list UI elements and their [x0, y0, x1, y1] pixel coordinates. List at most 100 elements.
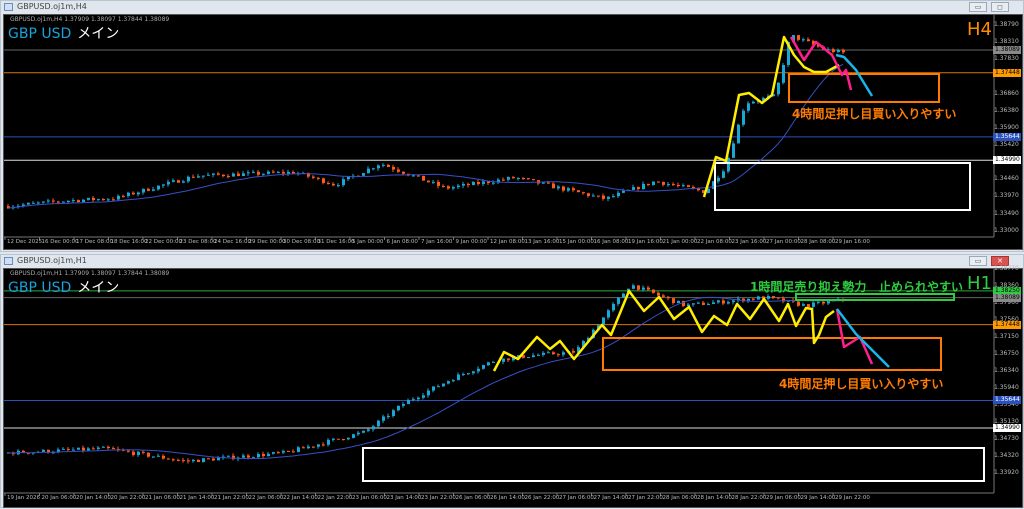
candle-body [542, 352, 545, 355]
candle-body [47, 200, 50, 202]
candle-body [632, 285, 635, 289]
candle-body [257, 171, 260, 175]
h4-chart-area[interactable]: GBPUSD.oj1m,H4 1.37909 1.38097 1.37844 1… [3, 14, 1023, 250]
candle-body [97, 199, 100, 201]
candle-body [307, 446, 310, 449]
candle-body [577, 190, 580, 193]
time-axis-label: 22 Dec 00:00 [145, 239, 182, 245]
price-axis-label: 1.38770 [994, 265, 1019, 272]
candle-body [407, 400, 410, 405]
price-axis-label: 1.36750 [994, 349, 1019, 357]
candle-body [422, 395, 425, 398]
time-axis-label: 23 Jan 22:00 [421, 495, 456, 501]
candle-body [377, 165, 380, 169]
h1-chart-window: GBPUSD.oj1m,H1 ▭ ✕ GBPUSD.oj1m,H1 1.3790… [0, 254, 1024, 508]
candle-body [102, 199, 105, 201]
candle-body [192, 459, 195, 462]
candle-body [217, 457, 220, 461]
timeframe-label: H4 [967, 19, 992, 40]
time-axis-label: 27 Jan 22:00 [628, 495, 663, 501]
chart-window-icon [4, 3, 13, 11]
candle-body [512, 177, 515, 179]
time-axis-label: 30 Dec 08:00 [283, 239, 320, 245]
candle-body [757, 296, 760, 300]
candle-body [242, 173, 245, 176]
candle-body [72, 200, 75, 202]
candle-body [632, 187, 635, 190]
candle-body [742, 110, 745, 125]
price-level-badge-white: 1.34990 [993, 423, 1021, 432]
candle-body [42, 201, 45, 203]
timeframe-label: H1 [967, 273, 992, 294]
candle-body [622, 190, 625, 193]
price-axis-label: 1.35940 [994, 384, 1019, 392]
candle-body [272, 452, 275, 454]
candle-body [772, 296, 775, 298]
candle-body [127, 192, 130, 196]
price-axis-label: 1.33970 [994, 192, 1019, 200]
candle-body [87, 448, 90, 451]
candle-body [797, 301, 800, 306]
candle-body [267, 171, 270, 174]
price-level-badge-blue: 1.35644 [993, 396, 1021, 405]
candle-body [642, 287, 645, 290]
time-axis-label: 20 Jan 22:00 [110, 495, 146, 501]
h1-chart-area[interactable]: GBPUSD.oj1m,H1 1.37909 1.38097 1.37844 1… [3, 265, 1023, 508]
candle-body [842, 49, 845, 53]
candle-body [827, 301, 830, 304]
time-axis-label: 22 Jan 08:00 [697, 239, 732, 245]
minimize-button[interactable]: ▭ [969, 256, 987, 266]
price-axis-label: 1.35900 [994, 123, 1019, 131]
time-axis-label: 5 Jan 00:00 [352, 239, 384, 245]
time-axis-label: 27 Jan 00:00 [766, 239, 801, 245]
time-axis-label: 16 Jan 08:00 [593, 239, 629, 245]
candle-body [442, 383, 445, 387]
chart-window-icon [4, 257, 13, 265]
candle-body [322, 178, 325, 184]
candle-body [397, 405, 400, 411]
window-title-bar[interactable]: GBPUSD.oj1m,H1 [1, 255, 1023, 267]
candle-body [662, 181, 665, 185]
candle-body [712, 302, 715, 305]
candle-body [657, 181, 660, 183]
candle-body [132, 451, 135, 456]
price-level-badge-blue: 1.35644 [993, 132, 1021, 141]
candle-body [207, 458, 210, 460]
window-title-bar[interactable]: GBPUSD.oj1m,H4 [1, 1, 1023, 13]
candle-body [332, 183, 335, 186]
candle-body [212, 458, 215, 461]
candle-body [82, 447, 85, 451]
candle-body [477, 368, 480, 372]
candle-body [682, 185, 685, 187]
price-level-badge-gray: 1.38089 [993, 293, 1021, 302]
buy-zone-annotation: 4時間足押し目買い入りやすい [779, 377, 944, 391]
price-axis-label: 1.33000 [994, 227, 1019, 234]
candle-body [212, 173, 215, 175]
candle-body [837, 49, 840, 53]
candle-body [137, 192, 140, 195]
candle-body [487, 181, 490, 183]
candle-body [657, 292, 660, 296]
minimize-button[interactable]: ▭ [969, 2, 987, 12]
candle-body [347, 176, 350, 180]
time-axis-label: 31 Dec 16:00 [317, 239, 355, 245]
candle-body [177, 459, 180, 461]
candle-body [457, 185, 460, 188]
candle-body [227, 176, 230, 178]
symbol-label: GBP USD メイン [8, 277, 119, 297]
candle-body [697, 302, 700, 304]
candle-body [332, 438, 335, 440]
candle-body [432, 386, 435, 391]
candle-body [287, 171, 290, 174]
candle-body [427, 180, 430, 183]
time-axis-label: 19 Jan 16:00 [628, 239, 663, 245]
time-axis-label: 12 Jan 08:00 [490, 239, 525, 245]
time-axis-label: 20 Jan 06:00 [41, 495, 77, 501]
candle-body [452, 380, 455, 382]
price-axis-label: 1.37830 [994, 55, 1019, 63]
symbol-name: GBP USD [8, 26, 72, 42]
candle-body [182, 460, 185, 462]
candle-body [322, 444, 325, 446]
maximize-button[interactable]: ◻ [991, 2, 1009, 12]
candle-body [557, 354, 560, 356]
